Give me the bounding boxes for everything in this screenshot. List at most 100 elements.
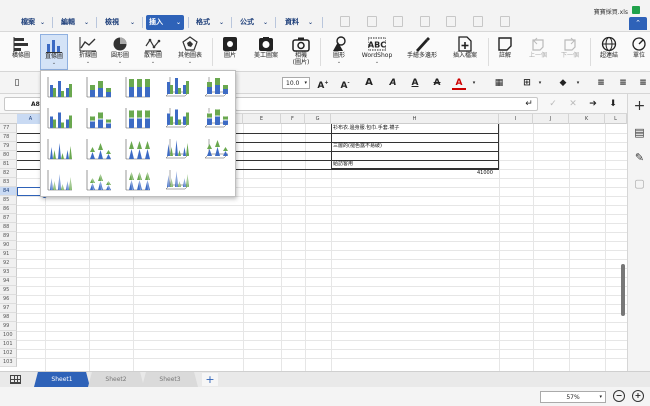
increase-font-size-icon[interactable]: A+ xyxy=(316,76,330,91)
wordshop-button[interactable]: ABC WordShop ⌄ xyxy=(358,34,396,70)
chart-option-3d-stacked-column[interactable] xyxy=(203,76,229,98)
chart-option-clustered-pyramid[interactable] xyxy=(47,169,73,191)
hyperlink-button[interactable]: 超連結 xyxy=(596,34,622,70)
cell-grid-icon[interactable]: ⊞ xyxy=(520,76,534,90)
row-header[interactable]: 97 xyxy=(0,304,17,313)
row-header[interactable]: 90 xyxy=(0,241,17,250)
column-header[interactable]: I xyxy=(499,114,533,124)
picture-button[interactable]: 圖片 xyxy=(218,34,242,70)
unit-button[interactable]: 單位 xyxy=(628,34,650,70)
row-header[interactable]: 92 xyxy=(0,259,17,268)
row-header[interactable]: 87 xyxy=(0,214,17,223)
row-header[interactable]: 82 xyxy=(0,169,17,178)
chart-option-3d-clustered-column[interactable] xyxy=(164,76,190,98)
italic-icon[interactable]: A xyxy=(386,76,400,90)
quick-chart-icon[interactable] xyxy=(367,16,377,27)
chart-option-clustered-cone[interactable] xyxy=(47,138,73,160)
formula-input[interactable] xyxy=(235,97,538,111)
menu-data[interactable]: 資料 ⌄ xyxy=(282,15,316,30)
font-color-icon[interactable]: A xyxy=(452,76,466,90)
chart-option-percent-stacked-cylinder[interactable] xyxy=(125,107,151,129)
chart-option-3d-stacked-cylinder[interactable] xyxy=(203,107,229,129)
previous-comment-button[interactable]: 上一個 xyxy=(526,34,550,70)
chart-option-3d-cone[interactable] xyxy=(164,138,190,160)
row-header[interactable]: 89 xyxy=(0,232,17,241)
column-header[interactable]: E xyxy=(243,114,281,124)
chart-option-percent-stacked-cone[interactable] xyxy=(125,138,151,160)
column-chart-button[interactable]: 直條圖 ⌄ xyxy=(40,34,68,70)
quick-note-icon[interactable] xyxy=(500,16,510,27)
chart-option-clustered-column[interactable] xyxy=(47,76,73,98)
zoom-in-icon[interactable]: + xyxy=(632,390,644,402)
menu-formula[interactable]: 公式 ⌄ xyxy=(237,15,271,30)
arrow-down-icon[interactable]: ⬇ xyxy=(604,96,622,112)
fill-color-icon[interactable]: ◆ xyxy=(556,76,570,90)
row-header[interactable]: 91 xyxy=(0,250,17,259)
row-header[interactable]: 98 xyxy=(0,313,17,322)
row-header[interactable]: 85 xyxy=(0,196,17,205)
pie-chart-button[interactable]: 圓形圖 ⌄ xyxy=(106,34,134,70)
cancel-icon[interactable]: ✕ xyxy=(564,96,582,112)
scatter-chart-button[interactable]: 散佈圖 ⌄ xyxy=(138,34,168,70)
cell-i82[interactable]: 41000 xyxy=(477,169,493,178)
column-header[interactable]: L xyxy=(605,114,627,124)
column-header[interactable]: K xyxy=(569,114,605,124)
chart-option-clustered-cylinder[interactable] xyxy=(47,107,73,129)
column-header[interactable]: J xyxy=(533,114,569,124)
zoom-select[interactable]: 57% ▾ xyxy=(540,391,606,403)
camera-button[interactable]: 相機 (圖片) xyxy=(288,34,314,70)
next-comment-button[interactable]: 下一個 xyxy=(558,34,582,70)
bar-chart-button[interactable]: 橫條圖 xyxy=(8,34,34,70)
quick-text-icon[interactable] xyxy=(473,16,483,27)
name-box[interactable]: A84 xyxy=(4,97,44,111)
menu-format[interactable]: 格式 ⌄ xyxy=(193,15,227,30)
format-cells-icon[interactable]: ▤ xyxy=(632,125,647,140)
row-header[interactable]: 88 xyxy=(0,223,17,232)
underline-icon[interactable]: A xyxy=(408,76,422,90)
collapse-ribbon-button[interactable]: ⌃ xyxy=(629,17,647,30)
vertical-scrollbar[interactable] xyxy=(621,264,625,316)
chart-option-3d-cylinder[interactable] xyxy=(164,107,190,129)
row-header[interactable]: 96 xyxy=(0,295,17,304)
chart-option-percent-stacked-column[interactable] xyxy=(125,76,151,98)
freeform-button[interactable]: 手繪多邊形 xyxy=(404,34,440,70)
chart-option-3d-pyramid[interactable] xyxy=(164,169,190,191)
sheet-tab-sheet3[interactable]: Sheet3 xyxy=(142,372,198,387)
chart-option-percent-stacked-pyramid[interactable] xyxy=(125,169,151,191)
row-header[interactable]: 102 xyxy=(0,349,17,358)
cell-h79[interactable]: 三層的(褪色露不易破) xyxy=(333,142,382,151)
line-chart-button[interactable]: 折線圖 ⌄ xyxy=(74,34,102,70)
chart-option-stacked-cone[interactable] xyxy=(86,138,112,160)
align-center-icon[interactable]: ≡ xyxy=(616,76,630,90)
insert-file-button[interactable]: 插入檔案 xyxy=(448,34,482,70)
add-sheet-button[interactable]: + xyxy=(202,373,218,386)
borders-icon[interactable]: ▦ xyxy=(492,76,506,90)
enter-icon[interactable]: ↵ xyxy=(520,96,538,112)
sheet-tab-sheet2[interactable]: Sheet2 xyxy=(88,372,144,387)
chart-option-3d-stacked-cone[interactable] xyxy=(203,138,229,160)
row-header[interactable]: 86 xyxy=(0,205,17,214)
row-header[interactable]: 93 xyxy=(0,268,17,277)
font-size-select[interactable]: 10.0 ▾ xyxy=(282,77,310,89)
row-header[interactable]: 95 xyxy=(0,286,17,295)
row-header[interactable]: 100 xyxy=(0,331,17,340)
menu-view[interactable]: 檢視 ⌄ xyxy=(102,15,138,30)
row-header[interactable]: 79 xyxy=(0,142,17,151)
other-chart-button[interactable]: 其他圖表 ⌄ xyxy=(174,34,206,70)
decrease-font-size-icon[interactable]: A- xyxy=(338,76,352,91)
column-header[interactable]: F xyxy=(281,114,305,124)
row-header[interactable]: 80 xyxy=(0,151,17,160)
chevron-down-icon[interactable]: ▾ xyxy=(536,76,544,90)
row-header[interactable]: 94 xyxy=(0,277,17,286)
new-file-icon[interactable]: ▯ xyxy=(10,76,24,90)
strikethrough-icon[interactable]: A xyxy=(430,76,444,90)
sheet-list-icon[interactable] xyxy=(10,375,21,384)
quick-shape-icon[interactable] xyxy=(446,16,456,27)
menu-insert[interactable]: 插入 ⌄ xyxy=(146,15,184,30)
bold-icon[interactable]: A xyxy=(362,76,376,90)
row-header[interactable]: 101 xyxy=(0,340,17,349)
menu-file[interactable]: 檔案 ⌄ xyxy=(18,15,48,30)
chart-option-stacked-column[interactable] xyxy=(86,76,112,98)
row-header[interactable]: 99 xyxy=(0,322,17,331)
align-right-icon[interactable]: ≡ xyxy=(636,76,650,90)
